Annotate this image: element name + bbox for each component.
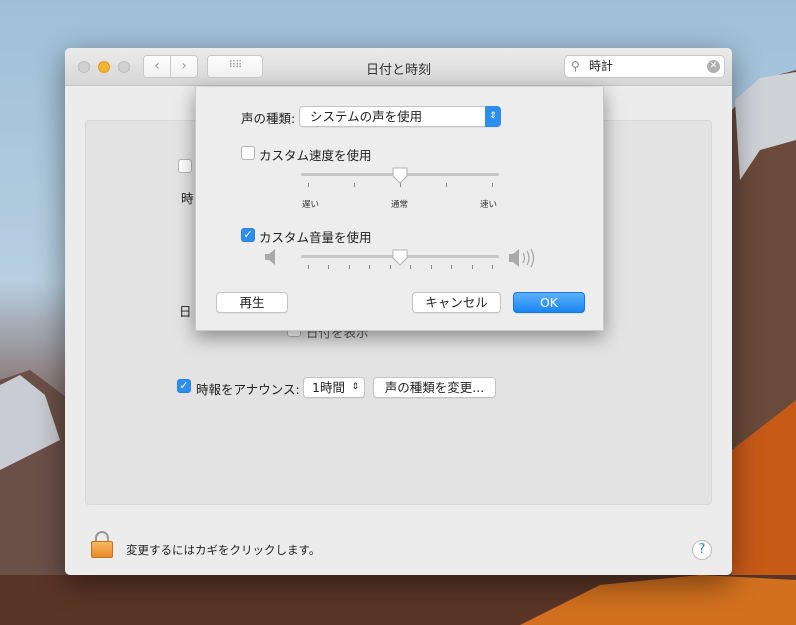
custom-rate-checkbox[interactable] <box>241 146 255 160</box>
slider-tick <box>389 265 391 269</box>
slider-tick <box>446 183 447 187</box>
search-value: 時計 <box>589 59 614 73</box>
clear-search-icon[interactable]: ✕ <box>707 60 720 73</box>
voice-settings-sheet: 声の種類: システムの声を使用 ⇕ カスタム速度を使用 遅い 通常 速い ✓ カ… <box>195 87 604 331</box>
updown-icon: ⇕ <box>485 106 501 127</box>
help-button[interactable]: ? <box>692 540 712 560</box>
slider-tick <box>354 183 355 187</box>
voice-label: 声の種類: <box>241 111 296 126</box>
search-input[interactable]: ⚲ 時計 ✕ <box>564 55 725 78</box>
slider-tick <box>328 265 330 269</box>
date-label-fragment: 日 <box>179 304 192 319</box>
voice-select[interactable]: システムの声を使用 ⇕ <box>299 106 501 127</box>
speaker-low-icon <box>265 249 275 265</box>
lock-message: 変更するにはカギをクリックします。 <box>126 543 321 557</box>
slider-tick <box>308 265 309 269</box>
lock-icon[interactable] <box>91 531 113 558</box>
slider-tick <box>492 183 493 187</box>
title-bar: ‹ › ⠿⠿ 日付と時刻 ⚲ 時計 ✕ <box>65 48 732 86</box>
change-voice-button[interactable]: 声の種類を変更... <box>373 377 496 398</box>
slider-tick <box>451 265 453 269</box>
slider-tick <box>410 265 412 269</box>
volume-slider-thumb[interactable] <box>391 248 409 266</box>
rate-slider-thumb[interactable] <box>391 166 409 184</box>
updown-icon: ⇕ <box>351 382 359 392</box>
custom-rate-label: カスタム速度を使用 <box>259 148 372 163</box>
slider-tick <box>430 265 432 269</box>
slider-tick <box>348 265 350 269</box>
custom-volume-checkbox[interactable]: ✓ <box>241 228 255 242</box>
slider-tick <box>471 265 473 269</box>
announce-label: 時報をアナウンス: <box>196 382 300 397</box>
rate-normal-label: 通常 <box>391 200 409 210</box>
hidden-checkbox[interactable] <box>178 159 192 173</box>
search-icon: ⚲ <box>571 59 580 73</box>
rate-fast-label: 速い <box>480 200 498 210</box>
time-label-fragment: 時 <box>181 191 194 206</box>
slider-tick <box>492 265 493 269</box>
slider-tick <box>369 265 371 269</box>
speaker-high-icon <box>509 248 535 268</box>
rate-slow-label: 遅い <box>302 200 320 210</box>
play-button[interactable]: 再生 <box>216 292 288 313</box>
interval-select[interactable]: 1時間 ⇕ <box>303 377 365 398</box>
slider-tick <box>400 183 401 187</box>
ok-button[interactable]: OK <box>513 292 585 313</box>
cancel-button[interactable]: キャンセル <box>412 292 501 313</box>
slider-tick <box>308 183 309 187</box>
announce-checkbox[interactable]: ✓ <box>177 379 191 393</box>
custom-volume-label: カスタム音量を使用 <box>259 230 372 245</box>
